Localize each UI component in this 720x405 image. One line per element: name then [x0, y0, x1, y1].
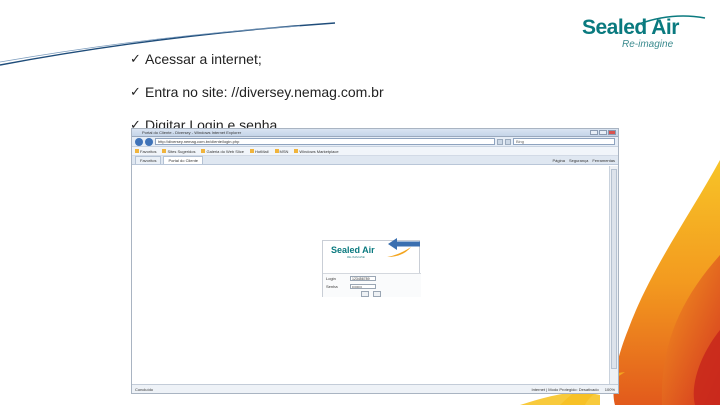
page-icon: [201, 149, 206, 153]
confirm-button[interactable]: [361, 291, 369, 297]
login-input[interactable]: 123456789: [350, 275, 376, 281]
command-bar: Página Segurança Ferramentas: [552, 158, 615, 163]
arrow-left-icon: [388, 238, 420, 250]
checkmark-icon: ✓: [130, 84, 141, 99]
page-menu[interactable]: Página: [552, 158, 564, 163]
bullet-text: Acessar a internet;: [145, 51, 262, 67]
tools-menu[interactable]: Ferramentas: [592, 158, 615, 163]
address-bar[interactable]: http://diversey.nemag.com.br/cliente/log…: [155, 138, 495, 145]
window-title: Portal do Cliente - Diversey - Windows I…: [142, 130, 242, 135]
clear-button[interactable]: [373, 291, 381, 297]
address-row: http://diversey.nemag.com.br/cliente/log…: [132, 137, 618, 147]
browser-titlebar: Portal do Cliente - Diversey - Windows I…: [132, 129, 618, 137]
list-item: ✓ Entra no site: //diversey.nemag.com.br: [130, 83, 384, 101]
checkmark-icon: ✓: [130, 51, 141, 66]
status-text: Concluído: [135, 386, 154, 392]
search-input[interactable]: Bing: [513, 138, 615, 145]
window-controls: [590, 130, 616, 135]
forward-button[interactable]: [145, 137, 153, 146]
tab-row: Favoritos Portal do Cliente Página Segur…: [132, 156, 618, 165]
login-buttons: [323, 291, 421, 297]
page-icon: [274, 149, 279, 153]
refresh-button[interactable]: [497, 138, 503, 145]
login-logo: Sealed Air: [331, 245, 375, 255]
password-label: Senha: [326, 283, 338, 289]
logo-wordmark: Sealed Air: [582, 16, 679, 39]
page-icon: [294, 149, 299, 153]
favorites-bar: Favoritos Sites Sugeridos Galeria do Web…: [132, 147, 618, 156]
login-logo-tagline: RE-IMAGINE: [347, 255, 365, 259]
page-icon: [162, 149, 167, 153]
favorites-item[interactable]: Windows Marketplace: [294, 149, 339, 154]
password-row: Senha ••••••••: [323, 282, 421, 290]
sealed-air-logo: Sealed Air Re-imagine: [582, 15, 712, 56]
star-icon: [135, 149, 139, 153]
password-input[interactable]: ••••••••: [350, 283, 376, 289]
stop-button[interactable]: [505, 138, 511, 145]
vertical-scrollbar[interactable]: [609, 166, 618, 385]
maximize-button[interactable]: [599, 130, 607, 135]
browser-screenshot: Portal do Cliente - Diversey - Windows I…: [131, 128, 619, 394]
page-icon: [249, 149, 254, 153]
tab-portal[interactable]: Portal do Cliente: [163, 156, 204, 164]
logo-tagline: Re-imagine: [622, 39, 674, 50]
favorites-item[interactable]: Sites Sugeridos: [162, 149, 195, 154]
zoom-level[interactable]: 100%: [605, 387, 615, 392]
login-row: Login 123456789: [323, 274, 421, 282]
scrollbar-thumb[interactable]: [611, 169, 617, 369]
login-form: Login 123456789 Senha ••••••••: [323, 273, 421, 297]
page-content: Sealed Air RE-IMAGINE Login 123456789 Se…: [132, 166, 610, 385]
minimize-button[interactable]: [590, 130, 598, 135]
tab-favorites[interactable]: Favoritos: [135, 156, 162, 164]
close-button[interactable]: [608, 130, 616, 135]
favorites-item[interactable]: Galeria do Web Slice: [201, 149, 244, 154]
back-button[interactable]: [135, 137, 143, 146]
favorites-item[interactable]: HotMail: [249, 149, 269, 154]
list-item: ✓ Acessar a internet;: [130, 50, 384, 68]
favorites-item[interactable]: Favoritos: [135, 149, 156, 154]
status-bar: Concluído Internet | Modo Protegido: Des…: [132, 384, 618, 393]
security-menu[interactable]: Segurança: [569, 158, 588, 163]
security-zone: Internet | Modo Protegido: Desativado: [531, 386, 599, 392]
favorites-item[interactable]: MSN: [274, 149, 288, 154]
status-right: Internet | Modo Protegido: Desativado 10…: [531, 387, 615, 392]
bullet-text: Entra no site: //diversey.nemag.com.br: [145, 84, 384, 100]
login-label: Login: [326, 275, 336, 281]
